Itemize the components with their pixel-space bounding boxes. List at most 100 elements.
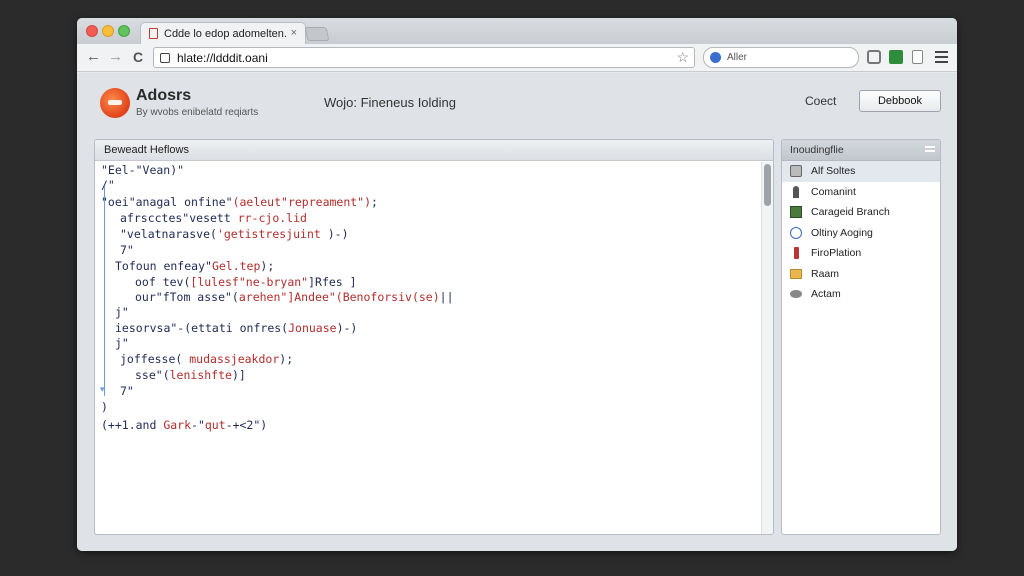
sidebar-item[interactable]: Actam	[782, 284, 940, 305]
code-line[interactable]: joffesse( mudassjeakdor);	[120, 352, 293, 367]
address-bar[interactable]: hlate://ldddit.oani ☆	[153, 47, 695, 68]
close-window-button[interactable]	[86, 25, 98, 37]
code-string: (aeleut"repreament")	[232, 195, 372, 209]
code-line[interactable]: 7"	[120, 384, 134, 399]
sidebar-item-label: Raam	[811, 267, 840, 280]
search-placeholder: Aller	[727, 52, 748, 63]
code-token: )	[101, 400, 108, 414]
new-tab-button[interactable]	[304, 27, 330, 41]
code-token: );	[260, 259, 275, 273]
code-token: our"fTom asse"(	[135, 290, 239, 304]
code-line[interactable]: )	[101, 400, 108, 415]
code-line[interactable]: "Eel-"Vean)"	[101, 163, 184, 178]
page-content: Adosrs By wvobs enibelatd reqiarts Wojo:…	[77, 73, 957, 551]
editor-scrollbar[interactable]	[761, 162, 773, 534]
code-token: "oei"anagal onfine"	[101, 195, 233, 209]
sidebar-item-label: Actam	[811, 288, 841, 301]
code-token: Tofoun enfeay"	[115, 259, 212, 273]
folder-search-icon	[790, 165, 802, 178]
back-arrow-icon[interactable]: ←	[86, 49, 101, 65]
code-token: )]	[231, 368, 246, 382]
code-token: j"	[115, 305, 129, 319]
page-favicon-icon	[149, 28, 158, 39]
fold-guide[interactable]	[100, 186, 105, 396]
code-line[interactable]: "oei"anagal onfine"(aeleut"repreament");	[101, 195, 378, 210]
code-line[interactable]: afrscctes"vesett rr-cjo.lid	[120, 211, 307, 226]
brand-title: Adosrs	[136, 87, 192, 104]
sidebar-title: Inoudingflie	[790, 144, 844, 156]
code-token: 7"	[120, 384, 134, 398]
sidebar-item[interactable]: Raam	[782, 264, 940, 285]
extension-green-icon[interactable]	[889, 50, 903, 64]
code-line[interactable]: "velatnarasve('getistresjuint )-)	[120, 227, 349, 242]
code-token: "velatnarasve(	[120, 227, 217, 241]
code-string: qut	[204, 418, 226, 432]
code-string: Gel.tep	[211, 259, 261, 273]
code-token: joffesse(	[120, 352, 190, 366]
bug-icon	[790, 290, 802, 299]
coect-link[interactable]: Coect	[805, 94, 836, 108]
code-line[interactable]: our"fTom asse"(arehen"]Andee"(Benoforsiv…	[135, 290, 454, 305]
sidebar-item-label: Alf Soltes	[811, 165, 856, 178]
forward-arrow-icon[interactable]: →	[108, 49, 123, 65]
sidebar-item[interactable]: Oltiny Aoging	[782, 223, 940, 244]
code-line[interactable]: sse"(lenishfte)]	[135, 368, 246, 383]
browser-tab[interactable]: Cdde lo edop adomelten. ×	[140, 22, 306, 44]
editor-title: Beweadt Heflows	[95, 140, 773, 161]
code-line[interactable]: oof tev([lulesf"ne-bryan"]Rfes ]	[135, 275, 357, 290]
tab-title: Cdde lo edop adomelten.	[164, 27, 287, 40]
code-string: Jonuase	[288, 321, 337, 335]
code-token: j"	[115, 336, 129, 350]
extension-icon[interactable]	[867, 50, 881, 64]
pin-icon	[794, 247, 799, 260]
brand-logo-icon	[100, 88, 130, 118]
code-line[interactable]: 7"	[120, 243, 134, 258]
code-string: mudassjeakdor	[189, 352, 280, 366]
search-input[interactable]: Aller	[703, 47, 859, 68]
bookmark-star-icon[interactable]: ☆	[676, 49, 689, 66]
page-title: Wojo: Fineneus Iolding	[324, 95, 457, 110]
code-area[interactable]: "Eel-"Vean)"/" "oei"anagal onfine"(aeleut…	[95, 163, 761, 533]
browser-toolbar: ← → C hlate://ldddit.oani ☆ Aller	[77, 44, 957, 72]
sidebar-item[interactable]: FiroPlation	[782, 243, 940, 264]
code-line[interactable]: iesorvsa"-(ettati onfres(Jonuase)-)	[115, 321, 357, 336]
reload-icon[interactable]: C	[133, 49, 143, 65]
sidebar-item[interactable]: Comanint	[782, 182, 940, 203]
code-editor-panel: Beweadt Heflows "Eel-"Vean)"/" "oei"anaga…	[94, 139, 774, 535]
maximize-window-button[interactable]	[118, 25, 130, 37]
collapse-icon[interactable]	[925, 146, 935, 154]
code-token: ;	[371, 195, 378, 209]
sidebar-header: Inoudingflie	[782, 140, 940, 161]
sidebar-item-label: Oltiny Aoging	[811, 226, 873, 239]
page-info-icon[interactable]	[160, 52, 170, 63]
page-icon[interactable]	[912, 50, 923, 64]
brand-subtitle: By wvobs enibelatd reqiarts	[136, 107, 259, 118]
tab-close-icon[interactable]: ×	[291, 27, 297, 39]
sidebar-item[interactable]: Carageid Branch	[782, 202, 940, 223]
code-token: afrscctes"vesett	[120, 211, 238, 225]
code-token: ]Rfes ]	[308, 275, 357, 289]
code-line[interactable]: Tofoun enfeay"Gel.tep);	[115, 259, 274, 274]
debbook-button[interactable]: Debbook	[859, 90, 941, 112]
code-line[interactable]: j"	[115, 336, 129, 351]
browser-window: Cdde lo edop adomelten. × ← → C hlate://…	[77, 18, 957, 551]
code-token: (++1.and	[101, 418, 164, 432]
code-string: arehen"]Andee"(Benoforsiv(se)	[238, 290, 440, 304]
sidebar-panel: Inoudingflie Alf Soltes Comanint Carageid …	[781, 139, 941, 535]
code-line[interactable]: (++1.and Gark-"qut-+<2")	[101, 418, 267, 433]
sidebar-item-label: Carageid Branch	[811, 206, 890, 219]
sidebar-item-label: FiroPlation	[811, 247, 862, 260]
code-string: Gark	[163, 418, 192, 432]
search-engine-icon	[710, 52, 721, 63]
code-string: lenishfte	[169, 368, 232, 382]
scrollbar-thumb[interactable]	[764, 164, 771, 206]
code-string: rr-cjo.lid	[237, 211, 307, 225]
code-token: )-)	[320, 227, 349, 241]
code-token: sse"(	[135, 368, 170, 382]
minimize-window-button[interactable]	[102, 25, 114, 37]
sidebar-item[interactable]: Alf Soltes	[782, 161, 940, 182]
code-token: 7"	[120, 243, 134, 257]
hamburger-menu-icon[interactable]	[935, 51, 948, 66]
code-token: );	[279, 352, 294, 366]
code-line[interactable]: j"	[115, 305, 129, 320]
